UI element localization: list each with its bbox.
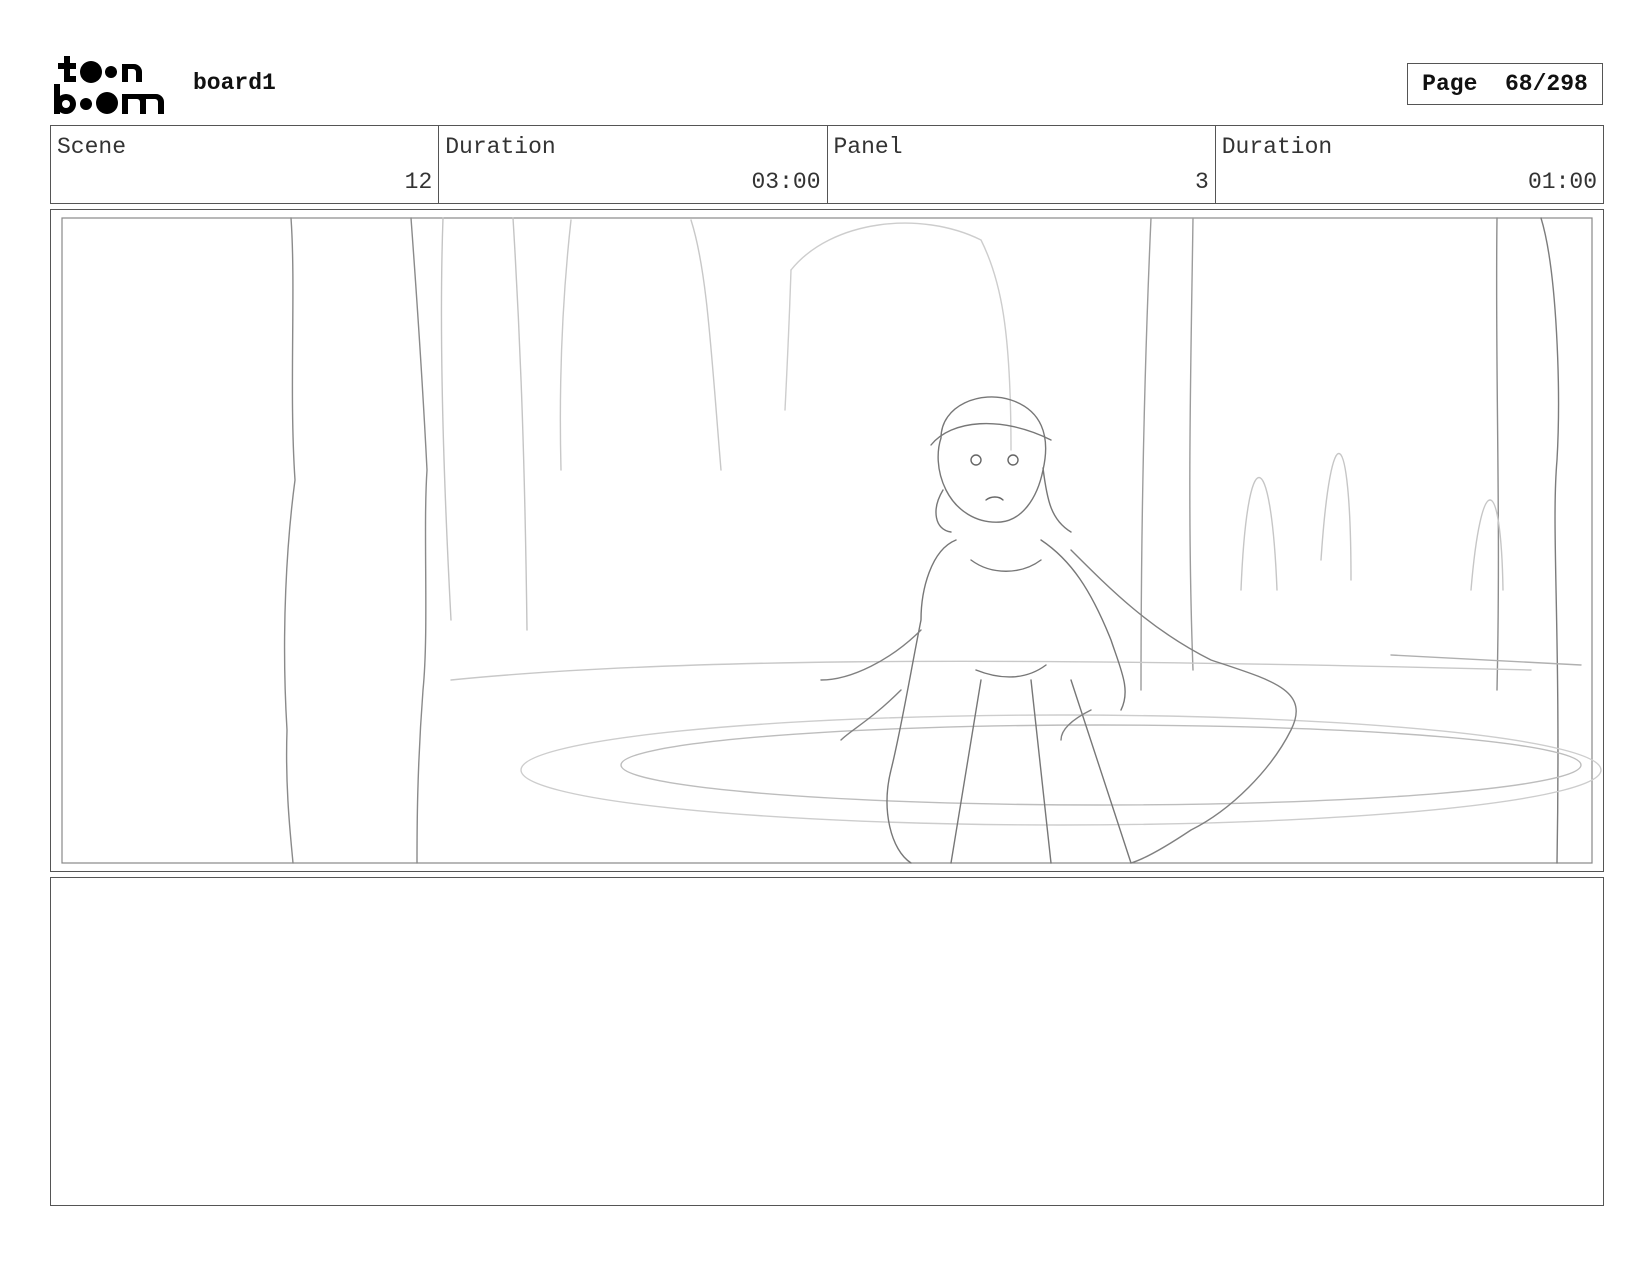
scene-duration-value: 03:00	[751, 169, 821, 195]
scene-value: 12	[404, 169, 433, 195]
panel-duration-cell: Duration 01:00	[1216, 126, 1603, 203]
toon-boom-logo-icon	[54, 56, 164, 114]
panel-notes-area[interactable]	[50, 877, 1604, 1206]
scene-label: Scene	[57, 134, 127, 160]
scene-info-row: Scene 12 Duration 03:00 Panel 3 Duration…	[50, 125, 1604, 204]
panel-image-frame	[50, 209, 1604, 872]
board-name: board1	[193, 70, 276, 96]
scene-cell: Scene 12	[51, 126, 440, 203]
panel-cell: Panel 3	[828, 126, 1216, 203]
panel-duration-value: 01:00	[1527, 169, 1597, 195]
page-number: 68/298	[1505, 71, 1588, 97]
panel-duration-label: Duration	[1221, 134, 1333, 160]
panel-value: 3	[1194, 169, 1209, 195]
panel-label: Panel	[833, 134, 903, 160]
scene-duration-cell: Duration 03:00	[439, 126, 828, 203]
scene-duration-label: Duration	[445, 134, 556, 160]
storyboard-sketch-icon	[61, 217, 1602, 864]
toon-boom-logo	[52, 52, 170, 116]
page-label: Page	[1422, 71, 1478, 97]
page-indicator: Page 68/298	[1407, 63, 1603, 105]
